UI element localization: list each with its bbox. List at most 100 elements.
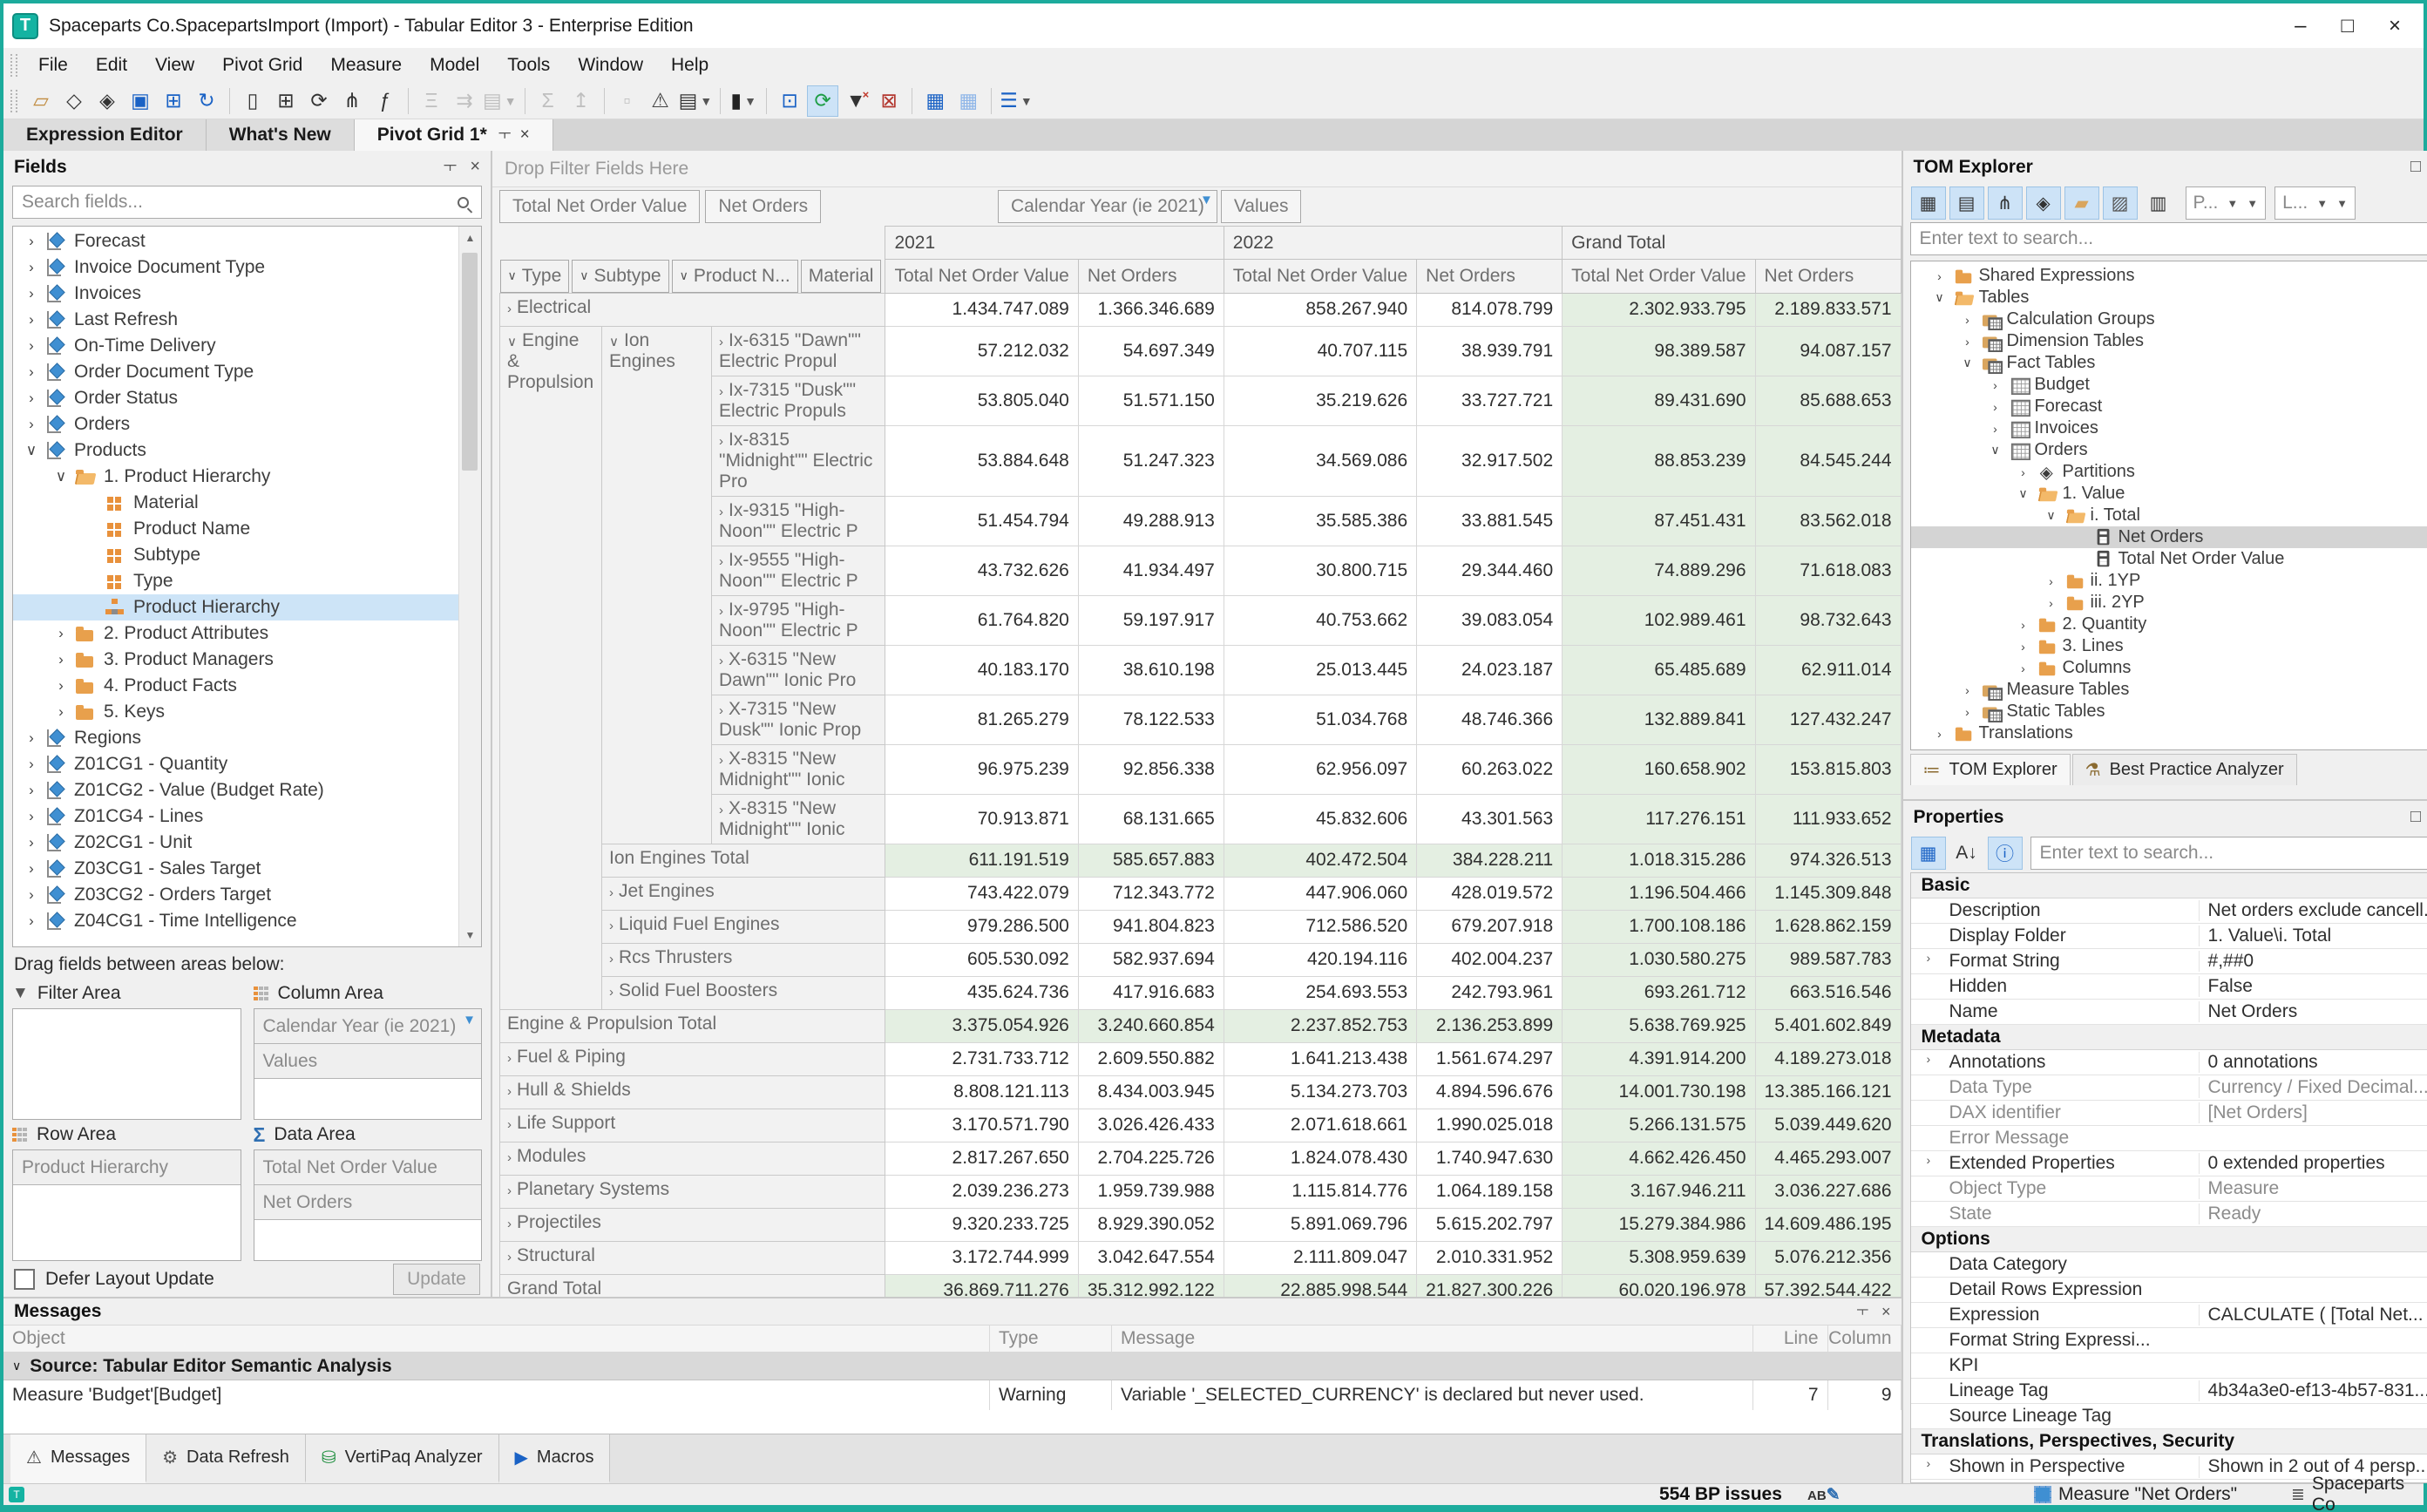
bottom-tab-vertipaq-analyzer[interactable]: ⛁ VertiPaq Analyzer — [305, 1434, 499, 1483]
preview-refresh-icon[interactable]: ⊡ — [774, 85, 805, 117]
save-icon[interactable]: ▣ — [125, 85, 156, 117]
row-field-chip-subtype[interactable]: ∨ Subtype — [572, 259, 669, 293]
message-row[interactable]: Measure 'Budget'[Budget] Warning Variable … — [3, 1380, 1902, 1410]
deploy-model-icon[interactable]: ◇ — [58, 85, 90, 117]
menu-view[interactable]: View — [141, 51, 208, 79]
filter-icon[interactable]: ▼ — [463, 1013, 476, 1027]
row-field-chip-type[interactable]: ∨ Type — [499, 259, 570, 293]
row-area-box[interactable]: Product Hierarchy — [12, 1149, 241, 1261]
chevron-right-icon[interactable]: › — [2010, 618, 2037, 632]
script-icon[interactable]: ƒ — [369, 85, 401, 117]
chevron-down-icon[interactable]: ∨ — [2010, 486, 2037, 501]
chevron-right-icon[interactable]: › — [719, 803, 723, 817]
tree-item-z03cg2-orders-target[interactable]: › Z03CG2 - Orders Target — [13, 882, 458, 908]
chevron-down-icon[interactable]: ∨ — [48, 468, 74, 485]
pivot-col-group-2021[interactable]: 2021 — [885, 226, 1224, 260]
chevron-down-icon[interactable]: ∨ — [507, 335, 517, 349]
chevron-right-icon[interactable]: › — [18, 311, 44, 329]
pivot-value-header[interactable]: Total Net Order Value — [885, 259, 1079, 294]
tree-item-5-keys[interactable]: › 5. Keys — [13, 699, 458, 725]
update-button[interactable]: Update — [393, 1263, 480, 1295]
column-area-box[interactable]: Calendar Year (ie 2021) ▼ Values — [253, 1008, 482, 1120]
outdent-icon-disabled[interactable]: ⇉ — [449, 85, 480, 117]
pivot-col-group-grand-total[interactable]: Grand Total — [1562, 226, 1902, 260]
chevron-right-icon[interactable]: › — [48, 651, 74, 668]
chevron-right-icon[interactable]: › — [719, 434, 723, 449]
messages-col-type[interactable]: Type — [990, 1326, 1112, 1352]
chevron-right-icon[interactable]: › — [2010, 465, 2037, 479]
pivot-row-header[interactable]: › Planetary Systems — [498, 1174, 886, 1209]
tree-item-partitions[interactable]: ›Partitions — [1911, 461, 2427, 483]
drop-filter-bar[interactable]: Drop Filter Fields Here — [492, 151, 1902, 187]
pivot-row-header[interactable]: Engine & Propulsion Total — [498, 1008, 886, 1043]
pivot-value-header[interactable]: Total Net Order Value — [1562, 259, 1756, 294]
pivot-row-header[interactable]: › Solid Fuel Boosters — [601, 975, 886, 1010]
tab-tom-explorer[interactable]: ≔ TOM Explorer — [1909, 754, 2071, 785]
close-button[interactable]: × — [2389, 14, 2401, 38]
pivot-value-header[interactable]: Net Orders — [1754, 259, 1902, 294]
totals-icon-disabled[interactable]: Σ — [532, 85, 564, 117]
chevron-right-icon[interactable]: › — [507, 1117, 512, 1132]
menu-edit[interactable]: Edit — [82, 51, 141, 79]
chevron-right-icon[interactable]: › — [1927, 1456, 1931, 1470]
tree-item-order-status[interactable]: › Order Status — [13, 385, 458, 411]
pivot-row-header[interactable]: › Modules — [498, 1141, 886, 1176]
chevron-right-icon[interactable]: › — [18, 886, 44, 904]
fields-search-input[interactable]: Search fields... — [12, 186, 482, 219]
alphabetical-sort-icon[interactable]: A↓ — [1949, 837, 1984, 870]
chevron-right-icon[interactable]: › — [719, 554, 723, 569]
property-row-object-type[interactable]: Object Type Measure — [1910, 1176, 2427, 1202]
tree-item-forecast[interactable]: › Forecast — [13, 228, 458, 254]
tree-item-net-orders[interactable]: ›Net Orders — [1910, 526, 2427, 548]
chevron-right-icon[interactable]: › — [2038, 596, 2064, 610]
macro-jar-dropdown-icon[interactable]: ▮ ▼ — [728, 85, 759, 117]
column-field-chip-values[interactable]: Values — [1220, 190, 1302, 223]
table-columns-icon[interactable]: ▥ — [2141, 186, 2176, 220]
messages-col-object[interactable]: Object — [3, 1326, 990, 1352]
dropdown-p[interactable]: P... ▼ ▼ — [2185, 186, 2267, 220]
property-row-format-string[interactable]: › Format String #,##0 — [1910, 949, 2427, 974]
pivot-row-header[interactable]: › Liquid Fuel Engines — [601, 909, 886, 944]
chevron-right-icon[interactable]: › — [2010, 640, 2037, 654]
chevron-right-icon[interactable]: › — [1955, 313, 1981, 327]
tree-item-z01cg4-lines[interactable]: › Z01CG4 - Lines — [13, 803, 458, 830]
pivot-row-header[interactable]: › Projectiles — [498, 1207, 886, 1242]
messages-group-row[interactable]: ∨ Source: Tabular Editor Semantic Analys… — [3, 1353, 1902, 1380]
tree-item-order-document-type[interactable]: › Order Document Type — [13, 359, 458, 385]
chevron-right-icon[interactable]: › — [1927, 951, 1931, 965]
tree-item-subtype[interactable]: ›Subtype — [13, 542, 458, 568]
property-row-detail-rows-expression[interactable]: Detail Rows Expression — [1910, 1278, 2427, 1303]
pivot-row-header[interactable]: ∨ Ion Engines — [601, 325, 712, 844]
chevron-right-icon[interactable]: › — [48, 703, 74, 721]
tab-pivot-grid-1-[interactable]: Pivot Grid 1* ⊦ × — [354, 119, 553, 151]
chevron-right-icon[interactable]: › — [507, 1051, 512, 1066]
messages-col-line[interactable]: Line — [1753, 1326, 1828, 1352]
measures-filter-icon-active[interactable]: ▦ — [1910, 186, 1946, 220]
tree-item-i-total[interactable]: ∨ i. Total — [1911, 505, 2427, 526]
pivot-value-header[interactable]: Net Orders — [1077, 259, 1224, 294]
chevron-right-icon[interactable]: › — [48, 677, 74, 695]
spellcheck-icon[interactable]: AB✎ — [1807, 1485, 1841, 1505]
chevron-right-icon[interactable]: › — [1927, 269, 1953, 283]
messages-col-column[interactable]: Column — [1828, 1326, 1902, 1352]
pivot-row-header[interactable]: ∨ Engine & Propulsion — [498, 325, 603, 1010]
hierarchy-view-icon[interactable]: ⋔ — [336, 85, 368, 117]
pivot-row-header[interactable]: › Ix-9555 "High-Noon"" Electric P — [710, 545, 886, 596]
chevron-right-icon[interactable]: › — [609, 952, 614, 966]
pivot-grid-window-icon[interactable]: ⊞ — [270, 85, 302, 117]
pivot-row-header[interactable]: › Rcs Thrusters — [601, 942, 886, 977]
chevron-right-icon[interactable]: › — [507, 302, 512, 316]
refresh-icon[interactable]: ↻ — [191, 85, 222, 117]
chevron-right-icon[interactable]: › — [719, 505, 723, 519]
chevron-right-icon[interactable]: › — [18, 259, 44, 276]
chevron-down-icon[interactable]: ∨ — [1955, 356, 1981, 370]
clear-cells-icon[interactable]: ⊠ — [873, 85, 905, 117]
tree-item-budget[interactable]: › Budget — [1911, 374, 2427, 396]
chevron-right-icon[interactable]: › — [507, 1150, 512, 1165]
chevron-right-icon[interactable]: › — [18, 808, 44, 825]
grid-layout-b-icon[interactable]: ▦ — [952, 85, 984, 117]
current-selection-status[interactable]: Measure "Net Orders" — [2034, 1484, 2237, 1505]
property-row-data-category[interactable]: Data Category — [1910, 1252, 2427, 1278]
field-box-icon-disabled[interactable]: ▫ — [612, 85, 643, 117]
row-field-chip-material[interactable]: Material — [800, 259, 882, 293]
